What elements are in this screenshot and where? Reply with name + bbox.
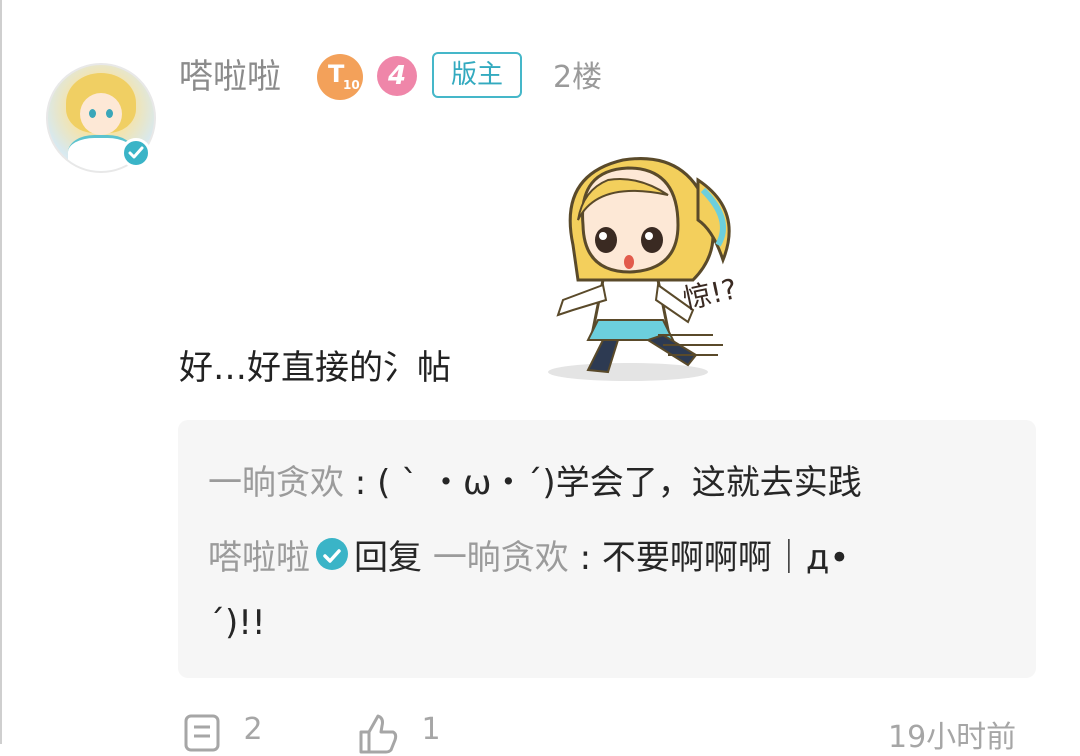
- t10-badge-icon: T 10: [317, 54, 363, 100]
- t10-badge-sub: 10: [343, 78, 360, 92]
- reply-item[interactable]: 一晌贪欢 : ( ` ・ω・´)学会了，这就去实践: [208, 460, 862, 506]
- reply-text: ( ` ・ω・´)学会了，这就去实践: [377, 463, 862, 503]
- reply-target-user[interactable]: 一晌贪欢: [433, 538, 569, 578]
- comment-button[interactable]: 2: [182, 712, 263, 752]
- reply-user[interactable]: 一晌贪欢: [208, 463, 344, 503]
- like-count: 1: [421, 712, 441, 747]
- reply-text-cont: ´)!!: [208, 603, 266, 643]
- moderator-badge: 版主: [432, 52, 522, 98]
- verified-icon: [121, 138, 151, 168]
- comment-count: 2: [243, 712, 263, 747]
- reply-item[interactable]: 嗒啦啦 回复 一晌贪欢 : 不要啊啊啊｜д•: [208, 535, 849, 581]
- t10-badge-main: T: [328, 60, 345, 88]
- avatar-face: [80, 93, 122, 135]
- replies-box[interactable]: 一晌贪欢 : ( ` ・ω・´)学会了，这就去实践 嗒啦啦 回复 一晌贪欢 : 不…: [178, 420, 1036, 678]
- reply-separator: :: [568, 538, 602, 578]
- left-border: [0, 0, 2, 744]
- post-text: 好…好直接的氵帖: [179, 348, 451, 388]
- reply-user[interactable]: 嗒啦啦: [208, 538, 310, 578]
- reply-separator: :: [344, 463, 378, 503]
- like-button[interactable]: 1: [356, 712, 441, 754]
- reply-action: 回复: [354, 538, 422, 578]
- verified-icon: [316, 538, 348, 570]
- reply-text: 不要啊啊啊｜д•: [601, 538, 850, 578]
- sticker-image[interactable]: 惊!?: [518, 150, 748, 385]
- floor-number: 2楼: [553, 60, 603, 95]
- username[interactable]: 嗒啦啦: [179, 55, 281, 99]
- avatar-eye-right: [106, 109, 113, 118]
- post-time: 19小时前: [888, 720, 1017, 755]
- reply-continuation: ´)!!: [208, 600, 266, 646]
- comment-icon: [184, 714, 220, 752]
- avatar-eye-left: [89, 109, 96, 118]
- level-badge: 4: [377, 56, 417, 96]
- thumbs-up-icon: [359, 714, 398, 754]
